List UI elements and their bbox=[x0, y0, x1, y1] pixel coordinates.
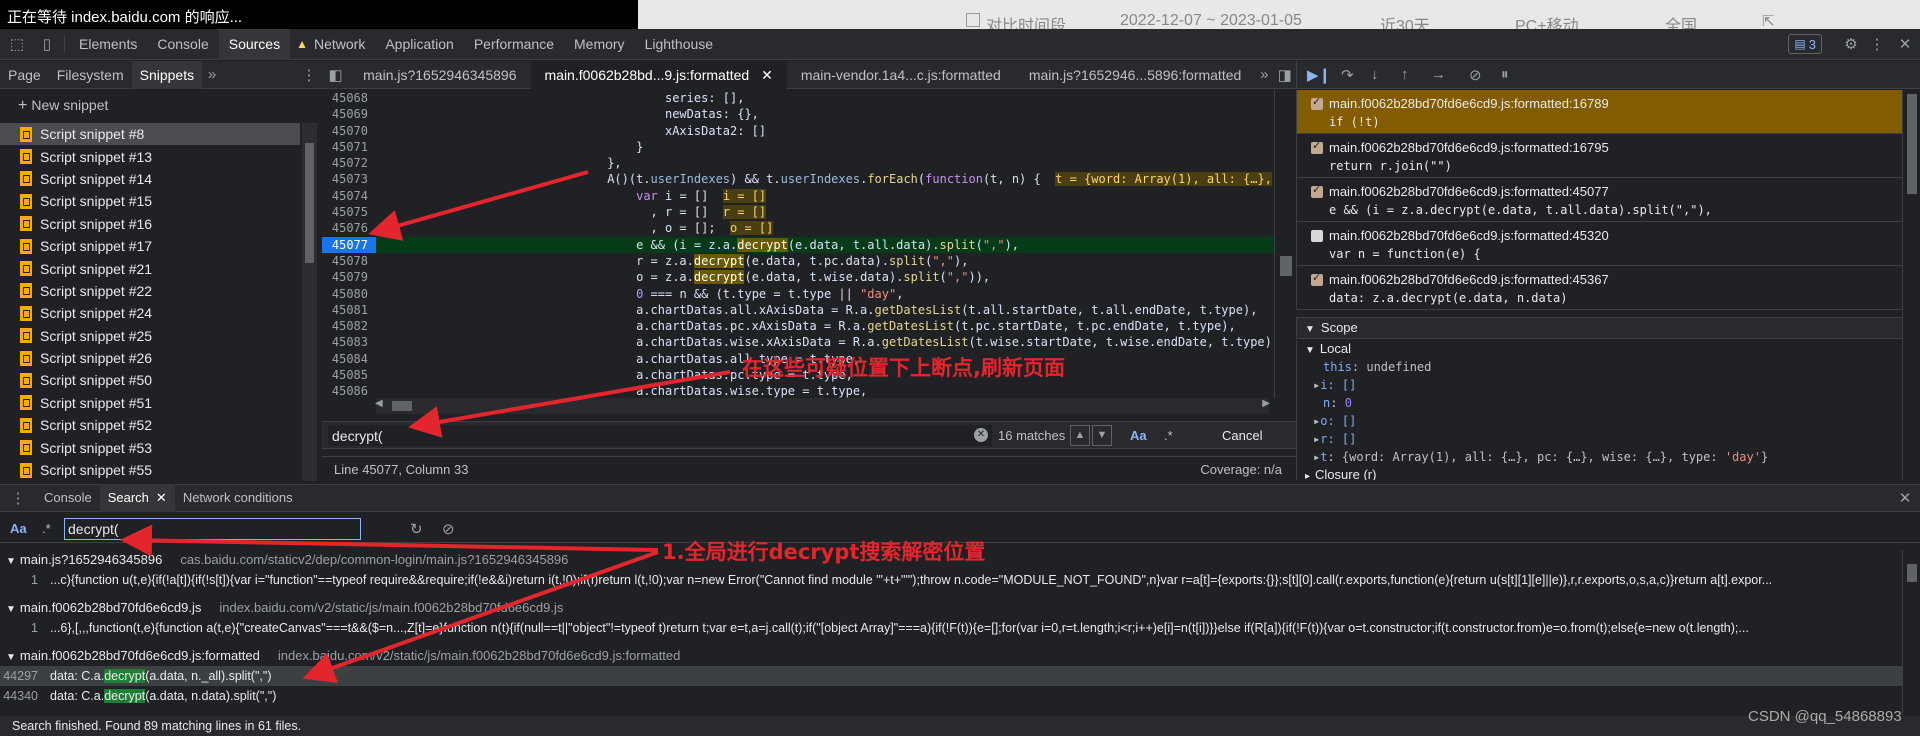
annotation-step1: 1.全局进行decrypt搜索解密位置 bbox=[662, 540, 986, 564]
arrow-to-breakpoint-line bbox=[368, 170, 589, 241]
arrow-to-find-input bbox=[408, 370, 731, 438]
annotation-step2: 在这些可疑位置下上断点,刷新页面 bbox=[742, 356, 1065, 380]
arrow-to-search-result bbox=[302, 550, 659, 684]
arrow-to-search-input bbox=[120, 524, 659, 557]
